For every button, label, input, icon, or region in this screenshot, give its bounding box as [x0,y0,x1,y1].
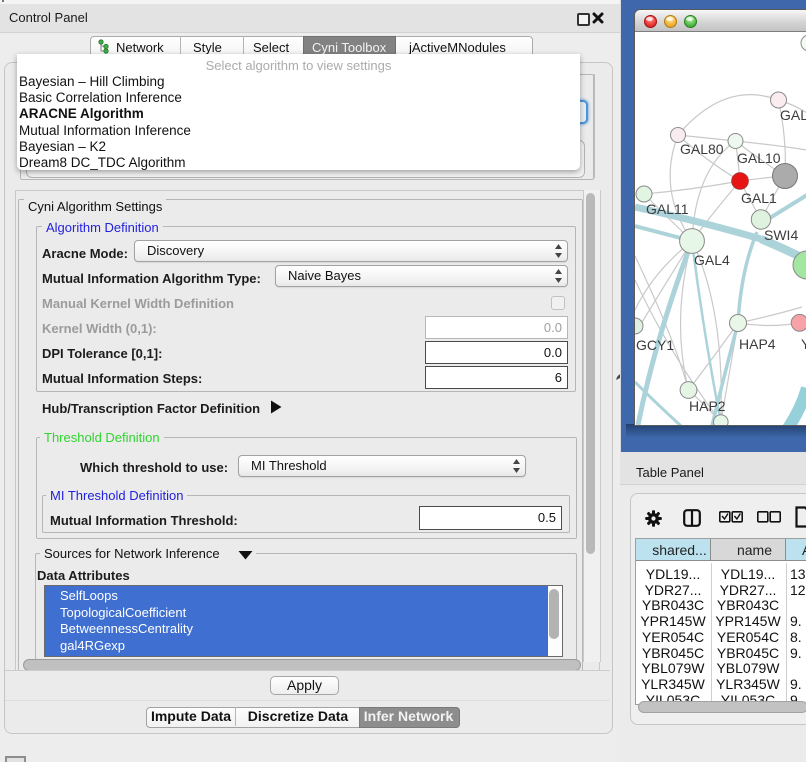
svg-text:GAL1: GAL1 [741,190,777,206]
svg-text:GAL80: GAL80 [680,141,724,157]
svg-text:GAL4: GAL4 [694,252,730,268]
svg-text:HAP4: HAP4 [739,336,776,352]
svg-text:GAL7: GAL7 [780,107,806,123]
svg-text:Y: Y [801,336,806,352]
svg-text:HAP2: HAP2 [689,398,726,414]
svg-text:GCY1: GCY1 [636,337,674,353]
svg-text:GAL10: GAL10 [737,150,781,166]
svg-text:GAL11: GAL11 [646,201,689,217]
svg-text:SWI4: SWI4 [764,227,798,243]
